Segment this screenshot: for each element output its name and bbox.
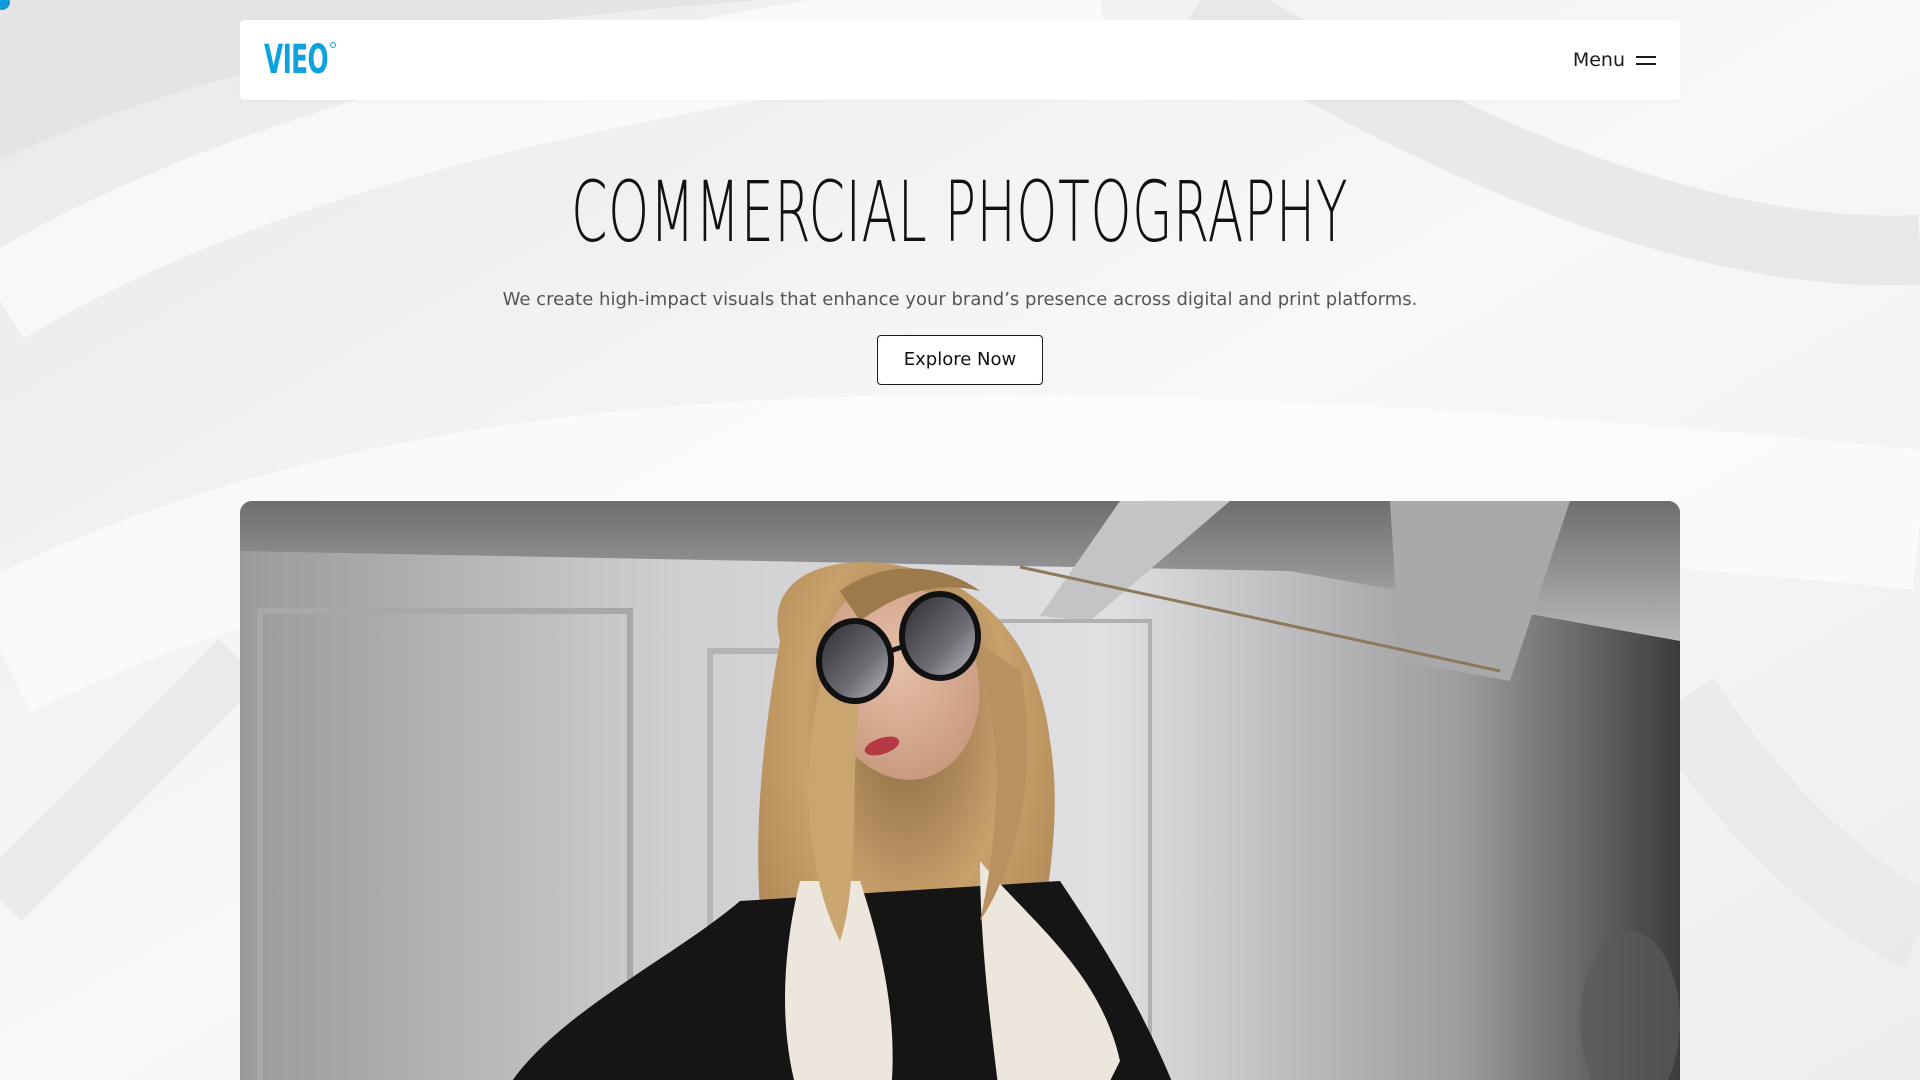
site-header: VIEO Menu	[240, 20, 1680, 100]
hamburger-icon	[1636, 55, 1656, 65]
hero-photo-illustration	[240, 501, 1680, 1080]
logo[interactable]: VIEO	[264, 35, 367, 85]
explore-now-button[interactable]: Explore Now	[877, 335, 1043, 385]
menu-button[interactable]: Menu	[1573, 41, 1656, 79]
logo-text: VIEO	[264, 37, 329, 83]
hero-photo	[240, 501, 1680, 1080]
hero-subtitle: We create high-impact visuals that enhan…	[502, 289, 1418, 310]
page-title: COMMERCIAL PHOTOGRAPHY	[571, 163, 1349, 261]
menu-label: Menu	[1572, 49, 1625, 71]
logo-registered-mark	[330, 42, 336, 48]
hero-section: COMMERCIAL PHOTOGRAPHY We create high-im…	[240, 170, 1680, 385]
